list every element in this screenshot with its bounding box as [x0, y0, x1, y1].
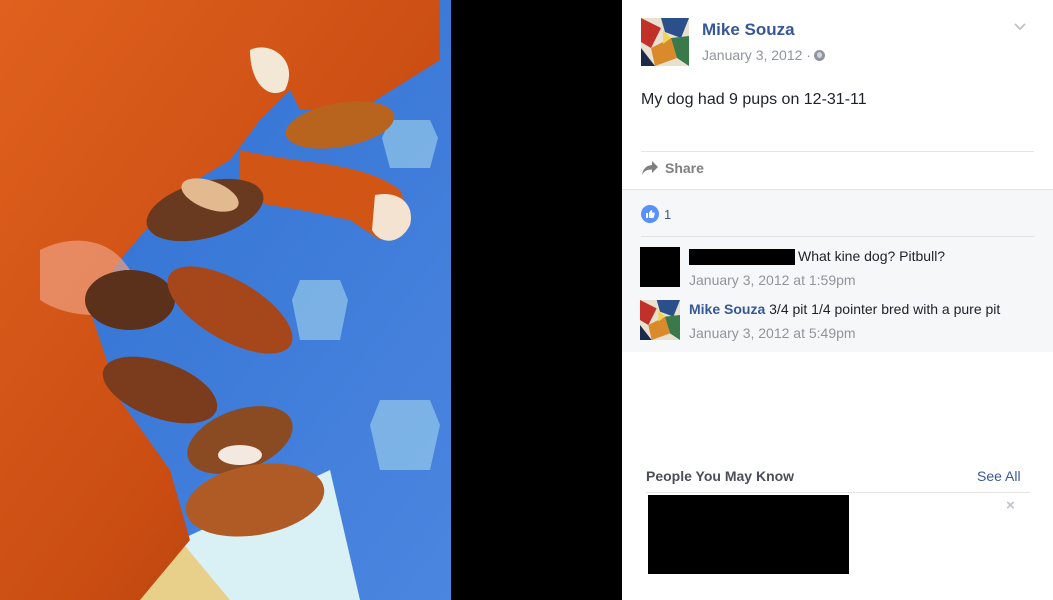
post-date[interactable]: January 3, 2012 · [702, 47, 825, 63]
author-avatar[interactable] [641, 18, 689, 66]
comments-section: 1 What kine dog? Pitbull? January 3, 201… [622, 189, 1053, 352]
post-author-name[interactable]: Mike Souza [702, 20, 795, 40]
comment-text: What kine dog? Pitbull? [798, 248, 946, 264]
post-date-text: January 3, 2012 · [702, 47, 811, 63]
redacted-commenter-name [689, 249, 795, 265]
redacted-suggestion-card[interactable] [648, 495, 849, 574]
comment-body: Mike Souza 3/4 pit 1/4 pointer bred with… [689, 301, 1000, 317]
painting-avatar-icon [640, 300, 680, 340]
comment-avatar-redacted[interactable] [640, 247, 680, 287]
share-label: Share [665, 160, 704, 176]
like-summary[interactable]: 1 [641, 205, 671, 223]
post-photo[interactable] [0, 0, 451, 600]
globe-icon [813, 50, 825, 61]
comment-timestamp[interactable]: January 3, 2012 at 1:59pm [689, 272, 856, 288]
post-sidebar: Mike Souza January 3, 2012 · My dog had … [622, 0, 1053, 600]
divider [646, 492, 1030, 493]
chevron-down-icon[interactable] [1014, 20, 1026, 32]
painting-avatar-icon [641, 18, 689, 66]
dog-with-puppies-image [0, 0, 451, 600]
share-arrow-icon [642, 161, 658, 175]
comment-text: 3/4 pit 1/4 pointer bred with a pure pit [769, 301, 1001, 317]
divider [641, 151, 1034, 152]
photo-letterbox [451, 0, 622, 600]
comment-author-name[interactable]: Mike Souza [689, 301, 765, 317]
people-you-may-know-title: People You May Know [646, 468, 795, 484]
see-all-link[interactable]: See All [977, 468, 1021, 484]
like-count: 1 [664, 206, 672, 222]
share-button[interactable]: Share [641, 160, 704, 176]
post-message: My dog had 9 pups on 12-31-11 [641, 91, 867, 108]
close-icon[interactable]: × [1006, 497, 1015, 514]
comment-timestamp[interactable]: January 3, 2012 at 5:49pm [689, 325, 856, 341]
comment-author-avatar[interactable] [640, 300, 680, 340]
divider [641, 236, 1034, 237]
like-icon [641, 205, 659, 223]
